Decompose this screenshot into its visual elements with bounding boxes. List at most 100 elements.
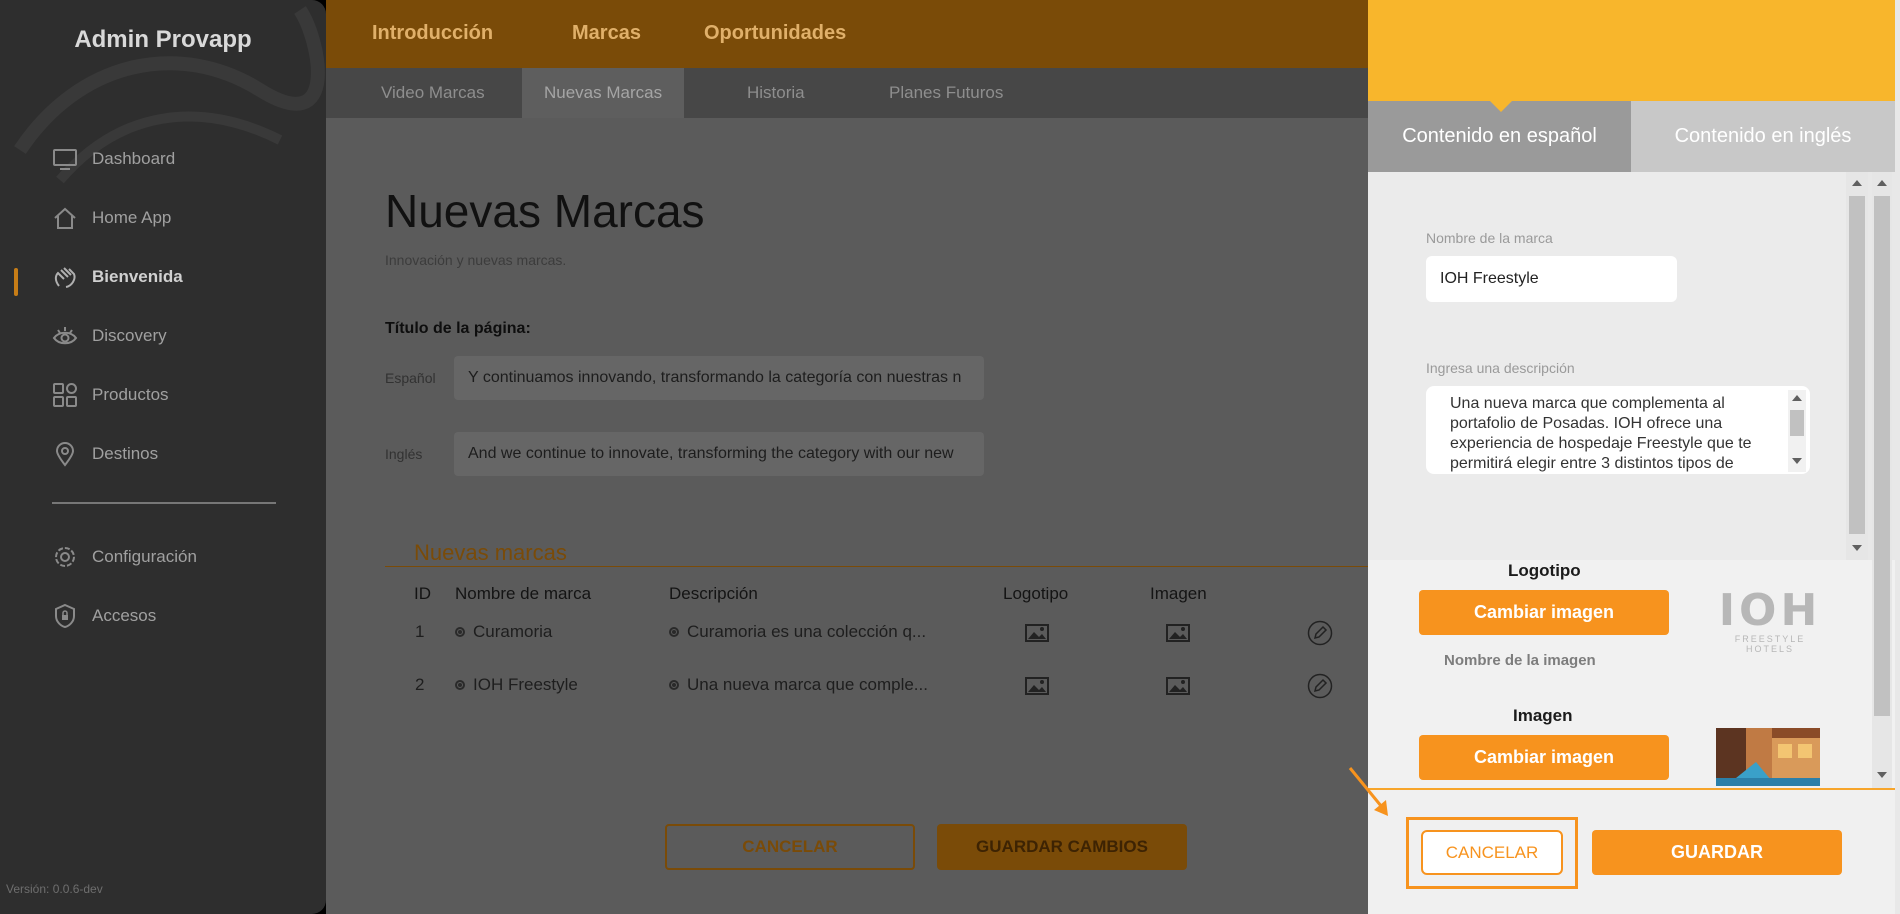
arrow-pointer-icon [1348, 767, 1388, 816]
sidebar-item-productos[interactable]: Productos [52, 382, 169, 408]
scroll-down-icon[interactable] [1877, 772, 1887, 778]
sidebar-item-label: Accesos [92, 606, 157, 625]
table-divider [385, 566, 1368, 567]
brand-name-label: Nombre de la marca [1426, 230, 1553, 246]
tab-english-content[interactable]: Contenido en inglés [1631, 101, 1895, 172]
eye-icon [52, 327, 78, 345]
sidebar-item-discovery[interactable]: Discovery [52, 323, 167, 349]
page-title-label: Título de la página: [385, 320, 531, 337]
monitor-icon [53, 149, 77, 170]
app-title: Admin Provapp [74, 26, 252, 53]
image-icon[interactable] [1025, 624, 1049, 642]
scroll-down-icon[interactable] [1852, 545, 1862, 551]
scroll-up-icon[interactable] [1852, 180, 1862, 186]
table-row-description: Curamoria es una colección q... [669, 622, 926, 642]
sidebar-item-label: Discovery [92, 326, 167, 345]
column-header-id: ID [414, 584, 431, 603]
sidebar: Admin Provapp Dashboard Home App Bienven… [0, 0, 326, 914]
grid-icon [53, 383, 77, 407]
scroll-up-icon[interactable] [1877, 180, 1887, 186]
sidebar-item-label: Configuración [92, 547, 197, 566]
table-title: Nuevas marcas [414, 540, 567, 565]
image-name-label: Nombre de la imagen [1444, 652, 1596, 669]
gear-icon [55, 547, 75, 567]
tab-introduccion[interactable]: Introducción [372, 22, 493, 45]
scroll-up-icon[interactable] [1792, 395, 1802, 401]
active-tab-notch [1490, 101, 1512, 112]
subtab-video-marcas[interactable]: Video Marcas [359, 68, 507, 118]
brand-name: IOH Freestyle [473, 675, 578, 694]
english-title-input[interactable]: And we continue to innovate, transformin… [454, 432, 984, 476]
english-label: Inglés [385, 446, 423, 462]
brand-name-input[interactable]: IOH Freestyle [1426, 256, 1677, 302]
logo-subtext: FREESTYLE HOTELS [1734, 634, 1806, 654]
cancel-button[interactable]: CANCELAR [665, 824, 915, 870]
save-changes-button[interactable]: GUARDAR CAMBIOS [937, 824, 1187, 870]
table-row-description: Una nueva marca que comple... [669, 675, 928, 695]
brand-description: Una nueva marca que comple... [687, 675, 928, 694]
table-row-id: 2 [415, 675, 425, 694]
active-indicator [14, 268, 18, 296]
change-image-button[interactable]: Cambiar imagen [1419, 735, 1669, 780]
subtab-planes-futuros[interactable]: Planes Futuros [867, 68, 1025, 118]
panel-cancel-button[interactable]: CANCELAR [1421, 830, 1563, 875]
sidebar-item-label: Productos [92, 385, 169, 404]
map-pin-icon [55, 442, 75, 467]
sidebar-item-accesos[interactable]: Accesos [52, 603, 156, 629]
change-logo-button[interactable]: Cambiar imagen [1419, 590, 1669, 635]
form-scroll-thumb[interactable] [1849, 196, 1865, 534]
page-subtitle: Innovación y nuevas marcas. [385, 252, 567, 268]
version-text: Versión: 0.0.6-dev [6, 882, 103, 896]
hotel-image-preview [1716, 728, 1820, 786]
sidebar-item-label: Home App [92, 208, 172, 227]
sidebar-item-bienvenida[interactable]: Bienvenida [52, 264, 183, 290]
edit-brand-panel: Contenido en español Contenido en inglés… [1368, 0, 1900, 914]
sidebar-item-label: Bienvenida [92, 267, 183, 286]
column-header-description: Descripción [669, 584, 758, 603]
table-row-name: IOH Freestyle [455, 675, 578, 695]
sidebar-item-home-app[interactable]: Home App [52, 205, 171, 231]
image-icon[interactable] [1166, 624, 1190, 642]
edit-icon[interactable] [1307, 620, 1333, 646]
image-icon[interactable] [1025, 677, 1049, 695]
image-heading: Imagen [1513, 706, 1573, 725]
table-row-name: Curamoria [455, 622, 552, 642]
spanish-label: Español [385, 370, 436, 386]
column-header-image: Imagen [1150, 584, 1207, 603]
status-dot-icon [669, 627, 679, 637]
page-title: Nuevas Marcas [385, 185, 705, 237]
panel-scroll-thumb[interactable] [1874, 196, 1890, 716]
panel-header [1368, 0, 1895, 101]
status-dot-icon [669, 680, 679, 690]
logo-text: IOH [1718, 585, 1822, 636]
scroll-down-icon[interactable] [1792, 458, 1802, 464]
spanish-title-input[interactable]: Y continuamos innovando, transformando l… [454, 356, 984, 400]
textarea-scroll-thumb[interactable] [1790, 410, 1804, 436]
sidebar-divider [52, 502, 276, 504]
status-dot-icon [455, 680, 465, 690]
shield-lock-icon [55, 603, 75, 629]
sub-navigation: Video Marcas Nuevas Marcas Historia Plan… [326, 68, 1368, 118]
brand-description: Curamoria es una colección q... [687, 622, 927, 641]
ioh-logo-preview: IOH FREESTYLE HOTELS [1715, 585, 1825, 655]
description-textarea[interactable]: Una nueva marca que complementa al porta… [1426, 386, 1810, 474]
edit-icon[interactable] [1307, 673, 1333, 699]
image-icon[interactable] [1166, 677, 1190, 695]
tab-marcas[interactable]: Marcas [572, 22, 641, 45]
subtab-nuevas-marcas[interactable]: Nuevas Marcas [522, 68, 685, 118]
column-header-logo: Logotipo [1003, 584, 1069, 603]
sidebar-item-label: Dashboard [92, 149, 176, 168]
sidebar-item-configuracion[interactable]: Configuración [52, 544, 197, 570]
hand-wave-icon [54, 267, 76, 288]
brand-name: Curamoria [473, 622, 553, 641]
subtab-historia[interactable]: Historia [725, 68, 827, 118]
panel-save-button[interactable]: GUARDAR [1592, 830, 1842, 875]
description-label: Ingresa una descripción [1426, 360, 1575, 376]
column-header-name: Nombre de marca [455, 584, 592, 603]
tab-oportunidades[interactable]: Oportunidades [704, 22, 846, 45]
sidebar-item-destinos[interactable]: Destinos [52, 441, 158, 467]
sidebar-item-dashboard[interactable]: Dashboard [52, 146, 175, 172]
home-icon [54, 207, 76, 229]
sidebar-item-label: Destinos [92, 444, 159, 463]
top-navigation: Introducción Marcas Oportunidades [326, 0, 1368, 68]
